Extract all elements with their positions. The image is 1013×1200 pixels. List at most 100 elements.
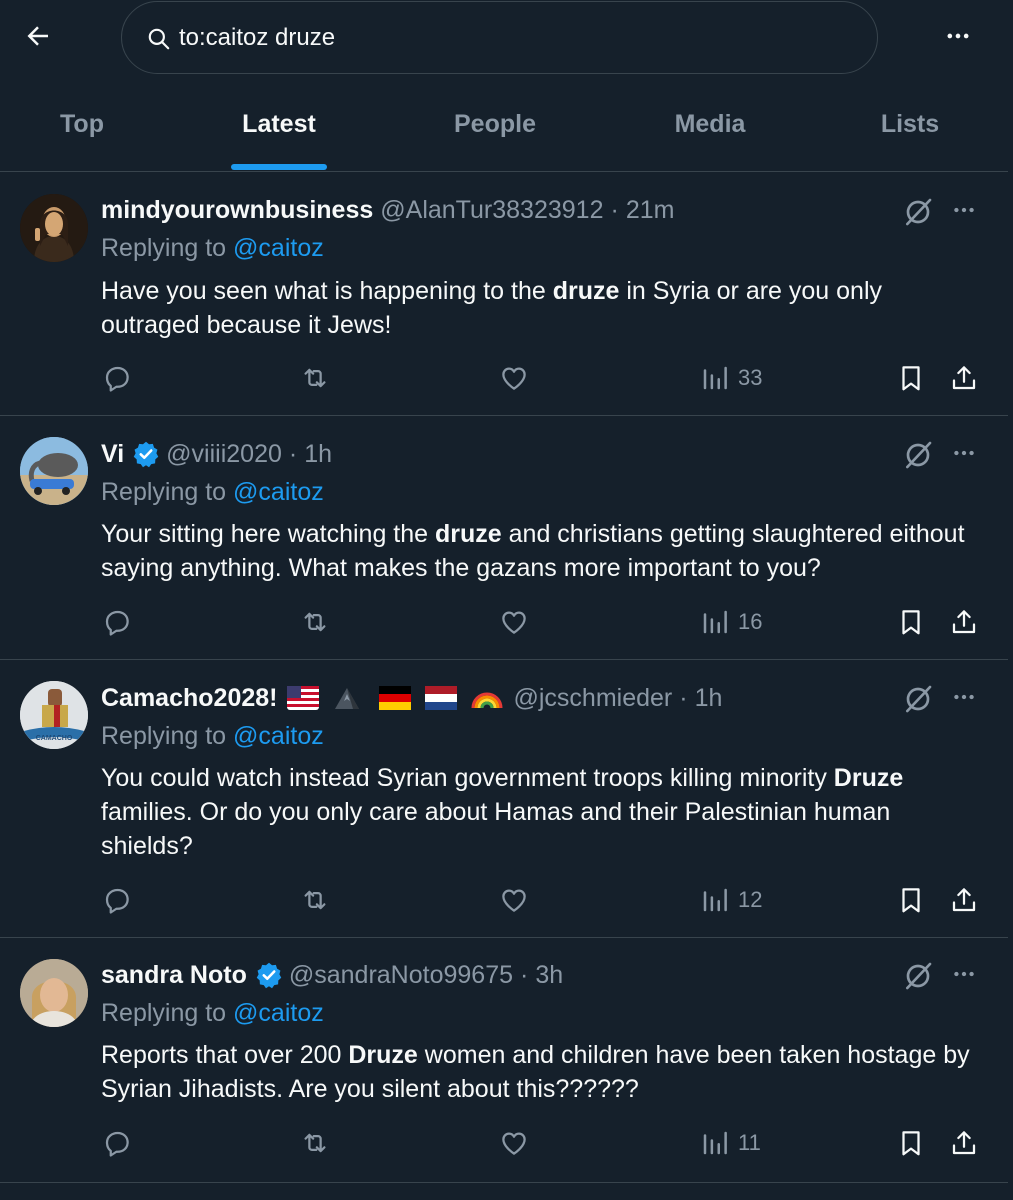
like-button[interactable] [499,1125,529,1161]
tweet[interactable]: sandra Noto @sandraNoto99675 · 3h Replyi… [0,938,1008,1183]
reply-button[interactable] [102,604,132,640]
bookmark-button[interactable] [896,1125,926,1161]
views-count: 12 [738,887,763,912]
grok-icon[interactable] [902,960,934,992]
display-name[interactable]: sandra Noto [101,961,247,990]
like-button[interactable] [499,882,529,918]
netherlands-flag-icon [425,686,458,710]
more-horizontal-icon [954,971,974,977]
replying-label: Replying to [101,999,227,1027]
search-header: Top Latest People Media Lists [0,0,1013,172]
share-button[interactable] [949,882,979,918]
separator-dot: · [288,439,298,468]
views-button[interactable]: 12 [700,882,762,918]
reply-button[interactable] [102,882,132,918]
tweet[interactable]: CAMACHO Camacho2028! @jcschmieder · 1h R… [0,660,1008,938]
avatar[interactable] [20,437,88,505]
bookmark-icon [902,888,920,913]
grok-icon[interactable] [902,196,934,228]
verified-badge-icon[interactable] [132,440,160,468]
reply-mention-link[interactable]: @caitoz [233,234,324,262]
reply-button[interactable] [102,1125,132,1161]
timestamp[interactable]: 1h [304,440,332,469]
heart-icon [502,889,526,912]
mountain-icon [335,688,360,709]
highlighted-keyword: druze [435,520,502,548]
views-count: 16 [738,609,763,634]
avatar-image [20,194,88,262]
handle[interactable]: @viiii2020 [166,440,282,469]
tweet-more-button[interactable] [948,958,980,990]
avatar-image [20,959,88,1027]
tweet-more-button[interactable] [948,194,980,226]
tweet-header: sandra Noto @sandraNoto99675 · 3h [101,958,563,992]
display-name[interactable]: Camacho2028! [101,684,277,713]
views-button[interactable]: 16 [700,604,762,640]
bookmark-button[interactable] [896,360,926,396]
search-tabs: Top Latest People Media Lists [0,96,1013,172]
views-button[interactable]: 11 [700,1125,761,1161]
reply-mention-link[interactable]: @caitoz [233,999,324,1027]
timestamp[interactable]: 21m [626,196,675,225]
tab-top[interactable]: Top [42,96,122,172]
display-name[interactable]: Vi [101,440,124,469]
avatar[interactable] [20,959,88,1027]
bookmark-button[interactable] [896,604,926,640]
tweet-header: Camacho2028! @jcschmieder · 1h [101,681,722,715]
us-flag-icon [287,686,320,710]
search-input[interactable] [179,18,829,58]
handle[interactable]: @AlanTur38323912 [380,196,603,225]
grok-icon[interactable] [902,439,934,471]
handle[interactable]: @sandraNoto99675 [289,961,513,990]
text-part: families. Or do you only care about Hama… [101,798,891,860]
tweet-text: Your sitting here watching the druze and… [101,517,981,585]
tab-latest[interactable]: Latest [219,96,339,172]
tweet-text: Reports that over 200 Druze women and ch… [101,1038,981,1106]
like-button[interactable] [499,604,529,640]
reply-mention-link[interactable]: @caitoz [233,722,324,750]
timestamp[interactable]: 1h [695,684,723,713]
tab-lists[interactable]: Lists [865,96,955,172]
retweet-button[interactable] [300,882,330,918]
tweet[interactable]: Vi @viiii2020 · 1h Replying to @caitoz Y… [0,416,1008,660]
tweet[interactable]: mindyourownbusiness @AlanTur38323912 · 2… [0,172,1008,416]
replying-label: Replying to [101,478,227,506]
like-button[interactable] [499,360,529,396]
tab-media[interactable]: Media [650,96,770,172]
retweet-button[interactable] [300,604,330,640]
grok-icon[interactable] [902,683,934,715]
bookmark-button[interactable] [896,882,926,918]
verified-badge-icon[interactable] [255,961,283,989]
bookmark-icon [902,610,920,635]
handle[interactable]: @jcschmieder [513,684,672,713]
replying-to: Replying to @caitoz [101,478,324,507]
tweet-more-button[interactable] [948,681,980,713]
display-name[interactable]: mindyourownbusiness [101,196,373,225]
search-box[interactable] [121,1,878,74]
highlighted-keyword: druze [552,277,620,305]
avatar[interactable]: CAMACHO [20,681,88,749]
replying-to: Replying to @caitoz [101,999,324,1028]
timestamp[interactable]: 3h [535,961,563,990]
tab-people[interactable]: People [435,96,555,172]
retweet-button[interactable] [300,1125,330,1161]
share-button[interactable] [949,604,979,640]
more-options-button[interactable] [938,16,978,56]
share-button[interactable] [949,1125,979,1161]
search-icon [148,28,170,50]
retweet-button[interactable] [300,360,330,396]
separator-dot: · [679,683,688,712]
tweet-more-button[interactable] [948,437,980,469]
retweet-icon [304,368,326,388]
back-button[interactable] [18,16,58,56]
reply-button[interactable] [102,360,132,396]
replying-to: Replying to @caitoz [101,234,324,263]
reply-mention-link[interactable]: @caitoz [233,478,324,506]
more-horizontal-icon [954,694,974,700]
rainbow-icon [471,692,503,709]
avatar[interactable] [20,194,88,262]
views-button[interactable]: 33 [700,360,762,396]
text-part: You could watch instead Syrian governmen… [101,764,834,792]
tweet-header: Vi @viiii2020 · 1h [101,437,332,471]
share-button[interactable] [949,360,979,396]
